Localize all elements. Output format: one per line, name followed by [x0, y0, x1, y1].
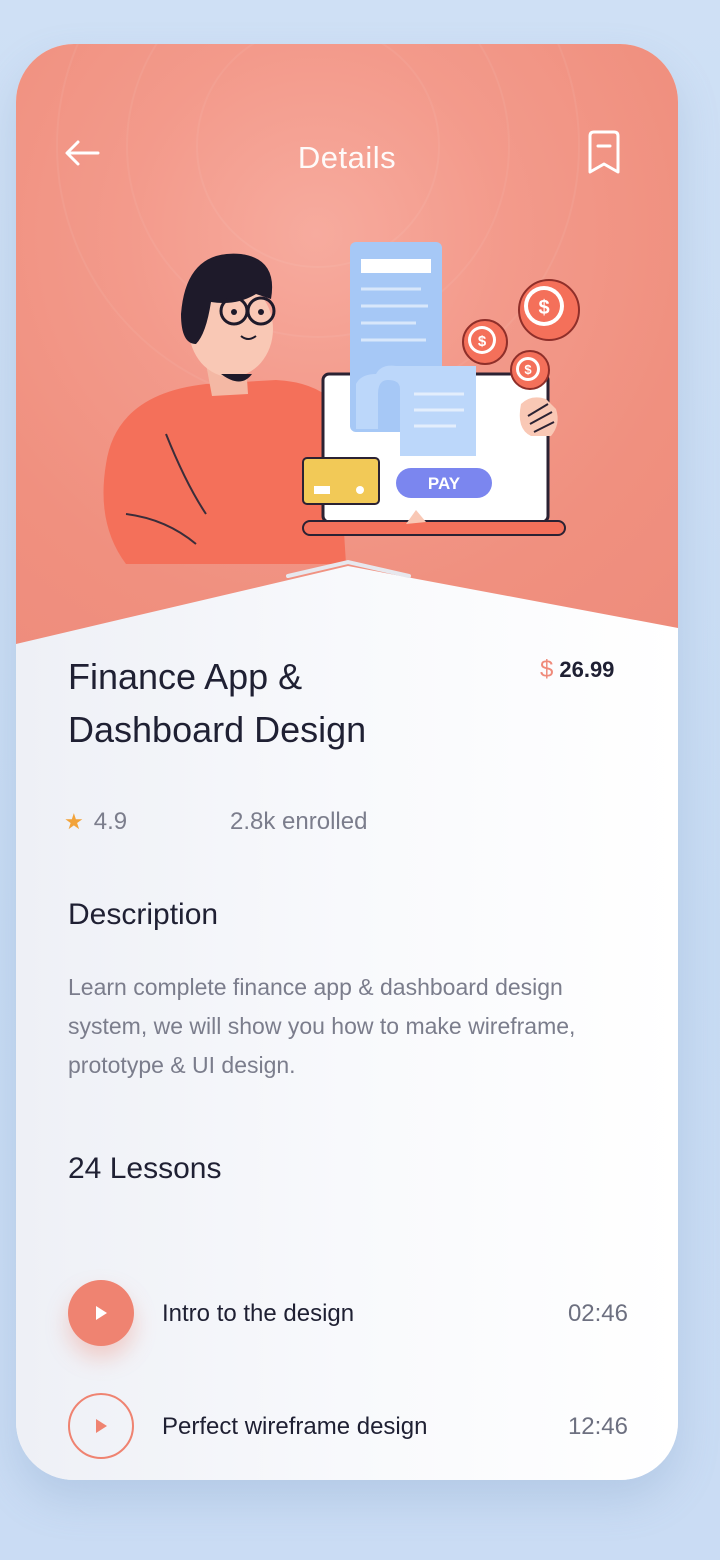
course-title: Finance App & Dashboard Design	[68, 656, 367, 750]
price-value: 26.99	[559, 657, 615, 682]
enrolled-count: 2.8k enrolled	[230, 808, 368, 835]
lesson-name: Intro to the design	[162, 1300, 355, 1327]
play-button[interactable]	[68, 1393, 134, 1459]
price-currency: $	[540, 656, 554, 683]
coin-symbol-2: $	[478, 333, 487, 350]
page-title: Details	[297, 140, 397, 175]
lesson-item[interactable]: Perfect wireframe design 12:46	[68, 1393, 628, 1461]
rating-value: 4.9	[93, 808, 128, 835]
bookmark-button[interactable]	[584, 130, 626, 180]
pay-label: PAY	[428, 474, 461, 493]
sheet-drag-handle[interactable]	[286, 556, 411, 580]
lesson-duration: 02:46	[567, 1300, 628, 1327]
lesson-item[interactable]: Intro to the design 02:46	[68, 1280, 628, 1348]
lesson-duration: 12:46	[567, 1413, 628, 1440]
phone-screen: PAY $ $ $ Details Finance App & Dashboar…	[16, 44, 678, 1480]
play-button[interactable]	[68, 1280, 134, 1346]
description-heading: Description	[68, 898, 219, 931]
top-bar: Details	[16, 130, 678, 180]
bookmark-icon	[588, 130, 620, 174]
rating: ★ 4.9	[64, 808, 127, 836]
description-text: Learn complete finance app & dashboard d…	[68, 974, 576, 1078]
coin-symbol-3: $	[524, 362, 532, 377]
star-icon: ★	[64, 809, 84, 834]
lessons-heading: 24 Lessons	[68, 1152, 222, 1185]
play-icon	[96, 1306, 107, 1320]
coin-symbol-1: $	[538, 297, 549, 319]
course-price: $26.99	[540, 656, 614, 684]
lesson-name: Perfect wireframe design	[162, 1413, 428, 1440]
play-icon	[96, 1419, 107, 1433]
